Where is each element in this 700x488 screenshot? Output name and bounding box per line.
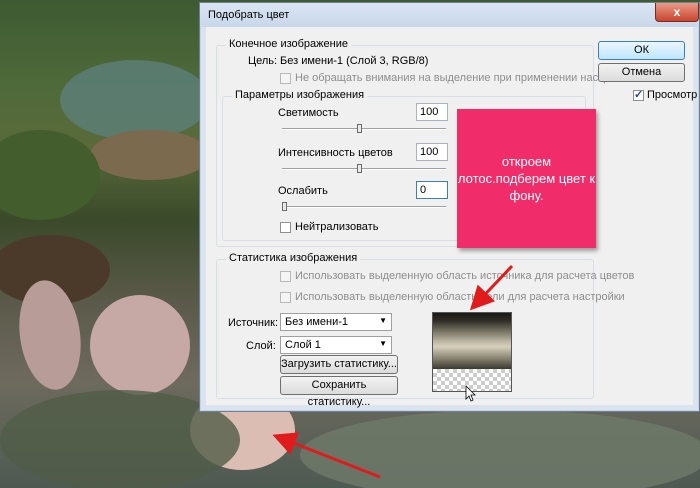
mouse-cursor-icon bbox=[465, 385, 476, 402]
arrow-to-preview bbox=[469, 264, 514, 311]
annotation-arrows bbox=[272, 264, 514, 479]
arrow-to-lotus bbox=[272, 432, 381, 479]
